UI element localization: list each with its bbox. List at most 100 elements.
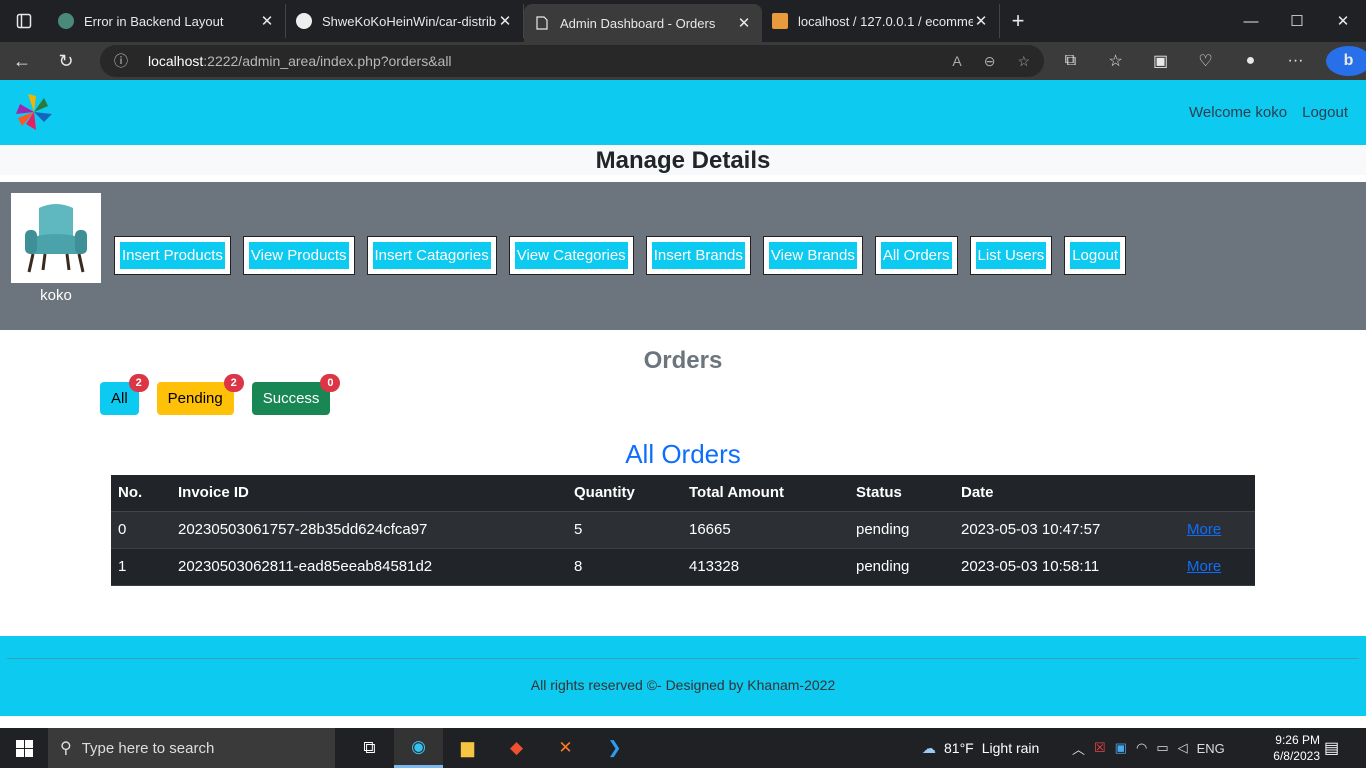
close-icon[interactable]: ✕ [259, 12, 275, 30]
address-bar[interactable]: ⓘ localhost:2222/admin_area/index.php?or… [100, 45, 1044, 77]
list-users-button[interactable]: List Users [969, 236, 1053, 275]
file-explorer-icon[interactable]: ▆ [443, 728, 492, 768]
logo-icon[interactable] [14, 92, 54, 132]
cell-action: More [1180, 511, 1255, 549]
cell-total: 413328 [682, 548, 849, 586]
task-view-icon[interactable]: ⧉ [345, 728, 394, 768]
git-icon[interactable]: ◆ [492, 728, 541, 768]
url-path: :2222/admin_area/index.php?orders&all [203, 53, 452, 69]
clock[interactable]: 9:26 PM 6/8/2023 [1250, 732, 1320, 764]
insert-brands-button[interactable]: Insert Brands [645, 236, 751, 275]
minimize-icon[interactable]: — [1228, 0, 1274, 42]
profile-avatar-icon[interactable]: ● [1228, 52, 1273, 70]
new-tab-icon[interactable]: + [1000, 4, 1036, 38]
table-row: 0 20230503061757-28b35dd624cfca97 5 1666… [111, 511, 1255, 549]
favorite-star-icon[interactable]: ☆ [1017, 53, 1030, 70]
browser-tab-active[interactable]: Admin Dashboard - Orders ✕ [524, 4, 762, 42]
language-indicator[interactable]: ENG [1197, 741, 1225, 756]
favorites-icon[interactable]: ☆ [1093, 51, 1138, 71]
more-menu-icon[interactable]: ··· [1273, 52, 1318, 70]
windows-start-icon[interactable] [0, 728, 48, 768]
zoom-icon[interactable]: ⊖ [984, 53, 996, 70]
manage-details-title: Manage Details [0, 145, 1366, 175]
weather-widget[interactable]: ☁ 81°F Light rain [922, 728, 1039, 768]
filter-label: All [111, 390, 128, 407]
volume-icon[interactable]: ◁ [1178, 740, 1188, 756]
xampp-icon[interactable]: ✕ [541, 728, 590, 768]
all-orders-button[interactable]: All Orders [874, 236, 958, 275]
tab-actions-icon[interactable] [0, 0, 48, 42]
orders-table: No. Invoice ID Quantity Total Amount Sta… [111, 475, 1255, 586]
filter-pending-button[interactable]: Pending 2 [156, 374, 244, 415]
cell-date: 2023-05-03 10:47:57 [954, 511, 1180, 549]
column-header: Status [849, 475, 954, 512]
more-link[interactable]: More [1187, 558, 1221, 575]
admin-menu-bar: koko Insert Products View Products Inser… [0, 182, 1366, 330]
logout-link[interactable]: Logout [1302, 104, 1348, 121]
battery-icon[interactable]: ▭ [1156, 740, 1168, 756]
welcome-link[interactable]: Welcome koko [1189, 104, 1287, 121]
column-header [1180, 475, 1255, 512]
count-badge: 0 [320, 374, 341, 392]
view-brands-button[interactable]: View Brands [762, 236, 863, 275]
maximize-icon[interactable]: ☐ [1274, 0, 1320, 42]
footer-text: All rights reserved ©- Designed by Khana… [530, 677, 836, 693]
cell-total: 16665 [682, 511, 849, 549]
filter-all-button[interactable]: All 2 [100, 374, 149, 415]
close-icon[interactable]: ✕ [497, 12, 513, 30]
count-badge: 2 [128, 374, 149, 392]
back-icon[interactable]: ← [0, 42, 44, 80]
cell-invoice: 20230503062811-ead85eeab84581d2 [171, 548, 567, 586]
vscode-icon[interactable]: ❯ [590, 728, 639, 768]
close-icon[interactable]: ✕ [973, 12, 989, 30]
browser-tab[interactable]: ShweKoKoHeinWin/car-distributi ✕ [286, 4, 524, 38]
cell-status: pending [849, 548, 954, 586]
menu-label: All Orders [880, 242, 952, 269]
notification-icon[interactable]: ▤ [1324, 738, 1339, 758]
column-header: No. [111, 475, 171, 512]
footer: All rights reserved ©- Designed by Khana… [0, 636, 1366, 716]
browser-toolbar: ← ↻ ⓘ localhost:2222/admin_area/index.ph… [0, 42, 1366, 80]
window-controls: — ☐ ✕ [1228, 0, 1366, 42]
search-placeholder: Type here to search [81, 739, 215, 757]
column-header: Total Amount [682, 475, 849, 512]
insert-products-button[interactable]: Insert Products [114, 236, 231, 275]
tab-title: Error in Backend Layout [84, 13, 224, 29]
extensions-icon[interactable]: ⧉ [1048, 52, 1093, 70]
close-window-icon[interactable]: ✕ [1320, 0, 1366, 42]
read-aloud-icon[interactable]: A [952, 53, 961, 70]
browser-tab[interactable]: Error in Backend Layout ✕ [48, 4, 286, 38]
column-header: Date [954, 475, 1180, 512]
menu-label: View Categories [514, 242, 628, 269]
system-tray: ︿ ☒ ▣ ◠ ▭ ◁ ENG [1072, 728, 1225, 768]
close-icon[interactable]: ✕ [736, 14, 752, 32]
menu-label: View Brands [768, 242, 857, 269]
filter-label: Success [262, 390, 320, 407]
browser-tab[interactable]: localhost / 127.0.0.1 / ecommerc ✕ [762, 4, 1000, 38]
view-products-button[interactable]: View Products [242, 236, 355, 275]
menu-label: Insert Catagories [372, 242, 491, 269]
info-icon[interactable]: ⓘ [114, 51, 134, 71]
wifi-icon[interactable]: ◠ [1136, 740, 1147, 756]
search-icon: ⚲ [60, 740, 72, 757]
bing-icon[interactable]: b [1326, 46, 1366, 76]
github-icon [296, 13, 312, 29]
column-header: Quantity [567, 475, 682, 512]
network-app-icon[interactable]: ▣ [1115, 740, 1127, 756]
tab-title: Admin Dashboard - Orders [560, 15, 716, 31]
edge-icon[interactable]: ◉ [394, 728, 443, 768]
profile-name: koko [40, 287, 72, 304]
taskbar-search[interactable]: ⚲ Type here to search [48, 728, 335, 768]
app-tray-icon[interactable]: ☒ [1094, 740, 1106, 756]
admin-logout-button[interactable]: Logout [1064, 236, 1127, 275]
table-header-row: No. Invoice ID Quantity Total Amount Sta… [111, 475, 1255, 512]
refresh-icon[interactable]: ↻ [44, 42, 88, 80]
chevron-up-icon[interactable]: ︿ [1072, 739, 1085, 758]
collections-icon[interactable]: ▣ [1138, 51, 1183, 71]
insert-categories-button[interactable]: Insert Catagories [366, 236, 497, 275]
filter-success-button[interactable]: Success 0 [251, 374, 341, 415]
performance-icon[interactable]: ♡ [1183, 51, 1228, 71]
admin-profile: koko [11, 193, 101, 304]
more-link[interactable]: More [1187, 521, 1221, 538]
view-categories-button[interactable]: View Categories [508, 236, 634, 275]
